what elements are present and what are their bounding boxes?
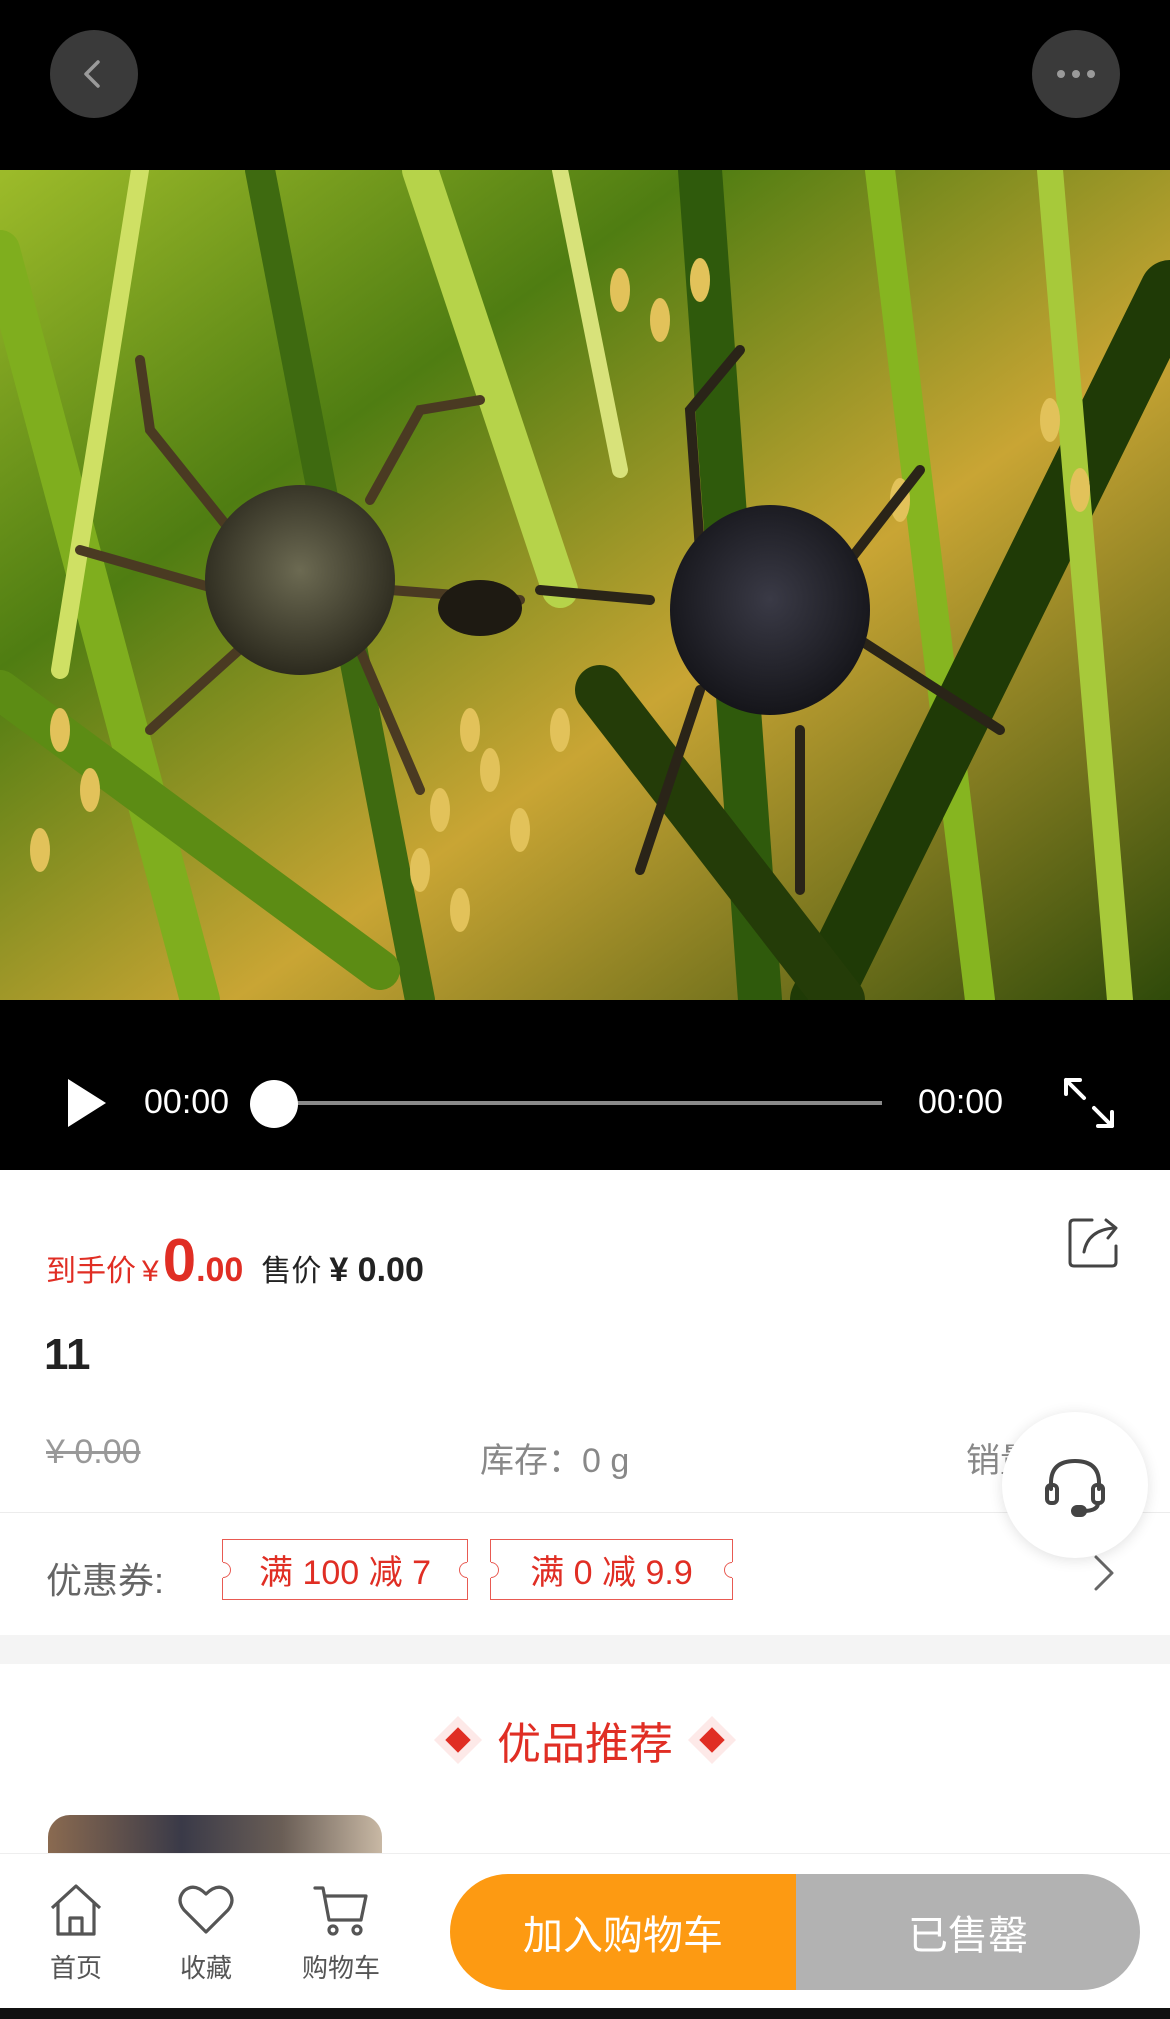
- cart-icon: [313, 1886, 368, 1936]
- final-price-decimal: .00: [196, 1251, 244, 1289]
- final-price-integer: 0: [162, 1227, 197, 1294]
- home-indicator-bar: [0, 2008, 1170, 2019]
- coupon-label: 优惠券:: [46, 1560, 165, 1601]
- home-icon: [50, 1884, 102, 1936]
- stock-text: 库存：0 g: [480, 1442, 630, 1480]
- coupon-item[interactable]: 满 0 减 9.9: [490, 1539, 733, 1600]
- sale-price-label: 售价: [261, 1255, 322, 1288]
- top-bar: [0, 0, 1170, 170]
- final-price-label: 到手价: [46, 1255, 136, 1288]
- back-icon: [84, 60, 100, 88]
- tab-home[interactable]: 首页: [42, 1880, 110, 1985]
- video-player[interactable]: [0, 170, 1170, 1170]
- price-line: 到手价 ¥ 0 .00 售价 ¥ 0.00: [46, 1226, 424, 1294]
- divider: [0, 1512, 1170, 1513]
- sold-out-button[interactable]: 已售罄: [796, 1874, 1140, 1990]
- tab-cart[interactable]: 购物车: [298, 1880, 384, 1985]
- share-icon: [1068, 1218, 1118, 1268]
- diamond-icon: [445, 1727, 471, 1753]
- play-button[interactable]: [64, 1076, 110, 1130]
- coupon-more-button[interactable]: [1092, 1553, 1116, 1593]
- tab-favorite[interactable]: 收藏: [172, 1880, 240, 1985]
- fullscreen-button[interactable]: [1060, 1074, 1118, 1132]
- chevron-right-icon: [1094, 1555, 1114, 1591]
- more-icon: [1057, 70, 1095, 78]
- fullscreen-icon: [1064, 1078, 1114, 1128]
- play-icon: [68, 1079, 106, 1127]
- product-title: 11: [44, 1330, 91, 1379]
- sale-price-value: ¥ 0.00: [329, 1251, 424, 1289]
- progress-track[interactable]: [274, 1101, 882, 1105]
- diamond-icon: [699, 1727, 725, 1753]
- headset-icon: [1045, 1458, 1105, 1517]
- add-to-cart-button[interactable]: 加入购物车: [450, 1874, 796, 1990]
- progress-thumb[interactable]: [250, 1080, 298, 1128]
- back-button[interactable]: [50, 30, 138, 118]
- original-price: ¥ 0.00: [46, 1433, 141, 1471]
- customer-service-button[interactable]: [1002, 1412, 1148, 1558]
- heart-icon: [178, 1885, 234, 1934]
- tab-home-label: 首页: [49, 1953, 102, 1983]
- tab-favorite-label: 收藏: [179, 1953, 232, 1983]
- duration-time: 00:00: [918, 1083, 1004, 1121]
- recommend-heading: 优品推荐: [0, 1708, 1170, 1772]
- recommend-title: 优品推荐: [497, 1720, 673, 1769]
- final-price-currency: ¥: [142, 1255, 159, 1288]
- current-time: 00:00: [144, 1083, 230, 1121]
- more-button[interactable]: [1032, 30, 1120, 118]
- coupon-item[interactable]: 满 100 减 7: [222, 1539, 468, 1600]
- share-button[interactable]: [1066, 1212, 1124, 1270]
- tab-cart-label: 购物车: [301, 1953, 380, 1983]
- video-controls: [0, 830, 1170, 1000]
